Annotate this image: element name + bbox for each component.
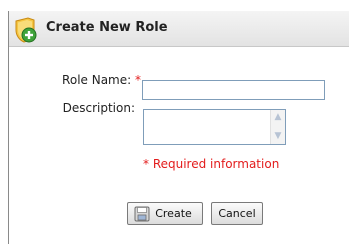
dialog-title: Create New Role	[46, 20, 168, 35]
role-name-label: Role Name: *	[45, 73, 141, 87]
scroll-down-icon[interactable]: ▼	[272, 131, 284, 142]
disk-icon	[134, 206, 150, 221]
role-name-label-text: Role Name:	[62, 73, 132, 87]
description-label: Description:	[62, 101, 135, 115]
dialog-titlebar: Create New Role	[9, 11, 349, 47]
description-textarea[interactable]	[144, 110, 270, 144]
cancel-button[interactable]: Cancel	[211, 202, 263, 225]
scroll-up-icon[interactable]: ▲	[272, 112, 284, 123]
create-button-label: Create	[155, 207, 192, 220]
shield-plus-icon	[15, 17, 37, 43]
description-scrollbar[interactable]: ▲ ▼	[270, 110, 285, 144]
role-name-input[interactable]	[142, 80, 325, 100]
required-marker: *	[135, 73, 141, 87]
required-info-note: * Required information	[143, 157, 280, 171]
create-role-dialog: Create New Role Role Name: * Description…	[8, 11, 349, 244]
cancel-button-label: Cancel	[218, 207, 256, 220]
description-field[interactable]: ▲ ▼	[143, 109, 286, 145]
create-button[interactable]: Create	[127, 202, 203, 225]
